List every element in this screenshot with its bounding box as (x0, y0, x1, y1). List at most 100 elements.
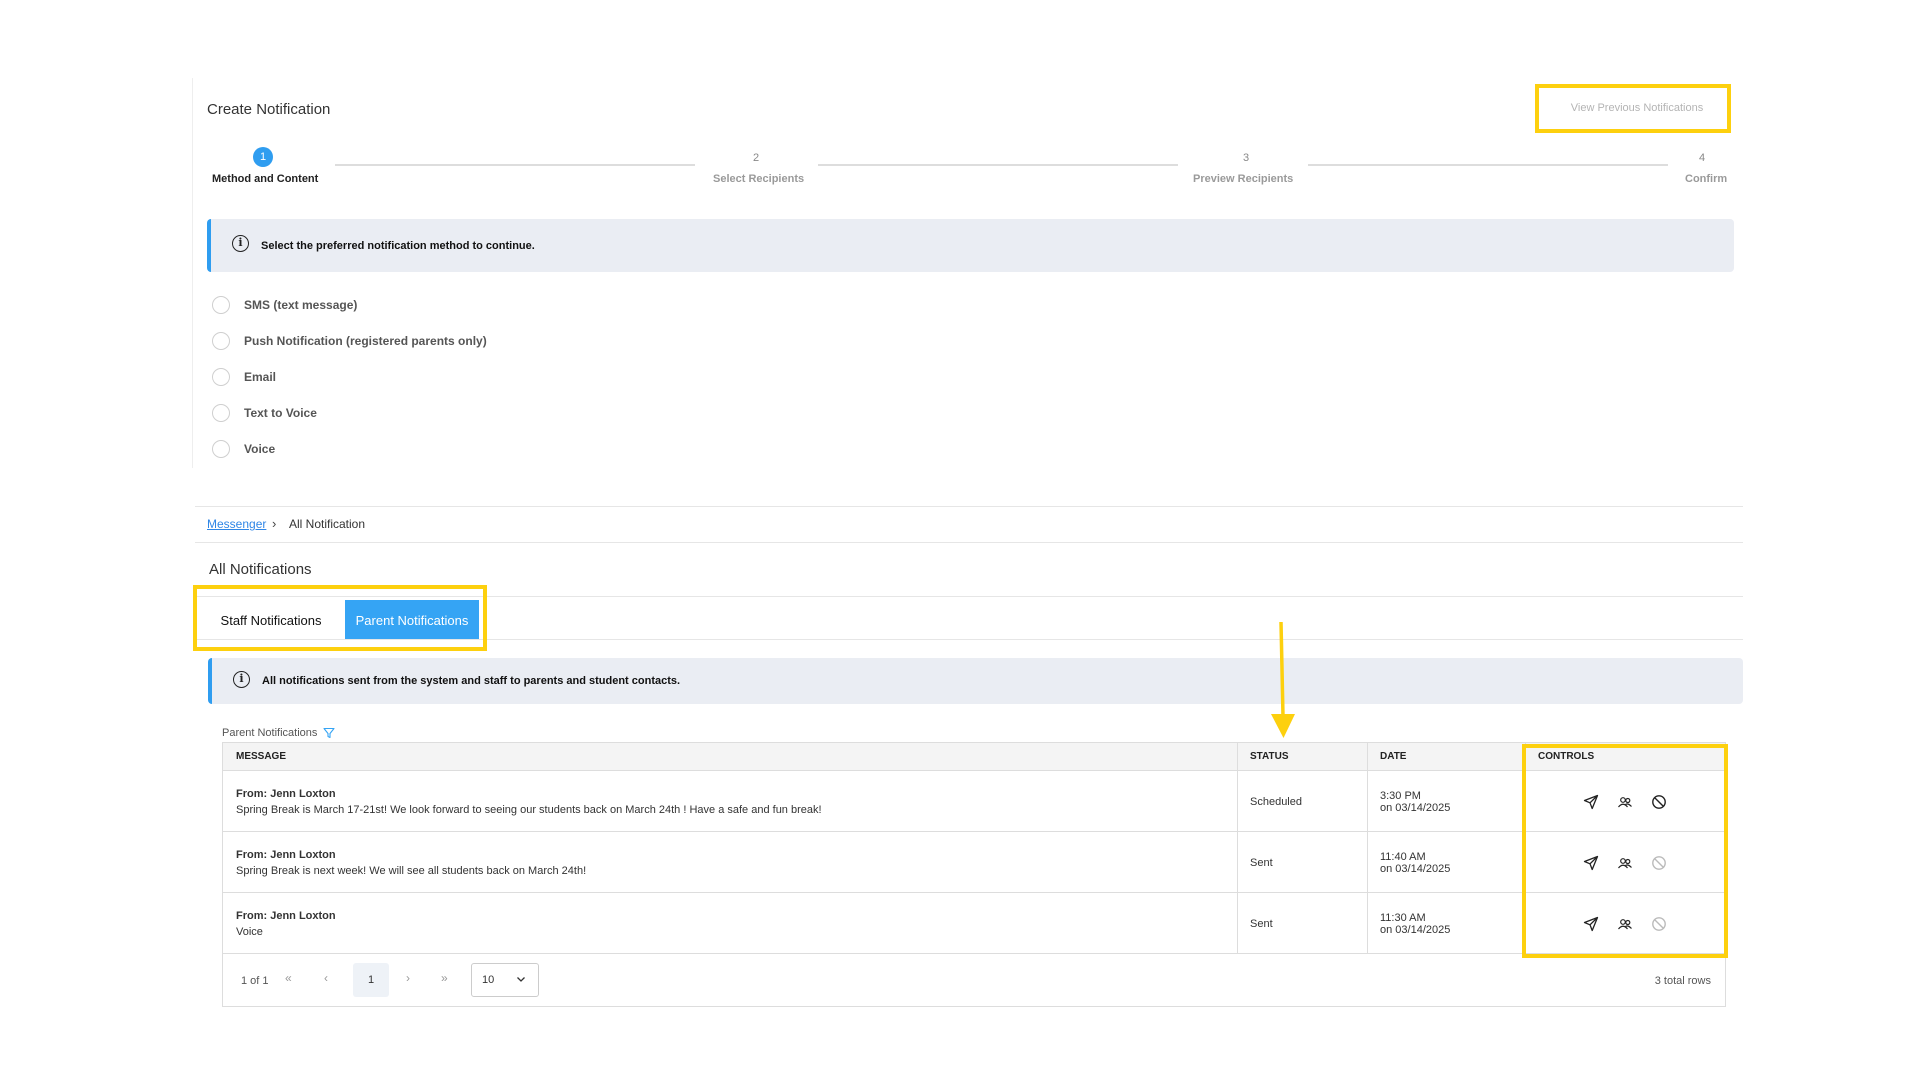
method-label: Push Notification (registered parents on… (244, 334, 487, 348)
chevron-down-icon (517, 977, 525, 982)
page-size-select[interactable]: 10 (471, 963, 539, 997)
step-connector (818, 164, 1178, 166)
tab-parent-notifications[interactable]: Parent Notifications (345, 600, 479, 640)
step-3-label[interactable]: Preview Recipients (1193, 173, 1293, 185)
info-icon: i (232, 235, 249, 252)
column-divider (1367, 743, 1368, 770)
method-radio-email[interactable] (212, 368, 230, 386)
column-header-controls: CONTROLS (1538, 751, 1595, 762)
view-previous-notifications-button[interactable]: View Previous Notifications (1542, 87, 1732, 129)
date-text: on 03/14/2025 (1380, 801, 1451, 814)
table-row[interactable]: From: Jenn Loxton Voice Sent 11:30 AM on… (223, 893, 1725, 954)
date-cell: 11:30 AM on 03/14/2025 (1367, 893, 1525, 954)
method-radio-push[interactable] (212, 332, 230, 350)
cancel-icon (1652, 916, 1666, 931)
page-size-value: 10 (482, 974, 495, 986)
date-text: on 03/14/2025 (1380, 862, 1451, 875)
message-text: Voice (236, 925, 263, 938)
method-option[interactable]: SMS (text message) (212, 295, 357, 315)
table-caption: Parent Notifications (222, 727, 335, 739)
cancel-icon (1652, 855, 1666, 870)
send-icon[interactable] (1583, 794, 1599, 810)
step-4-indicator[interactable]: 4 (1692, 152, 1712, 164)
create-notification-title: Create Notification (207, 101, 331, 118)
step-connector (1308, 164, 1668, 166)
divider (195, 639, 1743, 640)
date-text: on 03/14/2025 (1380, 923, 1451, 936)
column-divider (1237, 832, 1238, 892)
message-sender: From: Jenn Loxton (236, 787, 336, 800)
controls-cell (1525, 893, 1727, 954)
message-sender: From: Jenn Loxton (236, 848, 336, 861)
recipients-icon[interactable] (1617, 916, 1633, 932)
message-sender: From: Jenn Loxton (236, 909, 336, 922)
message-text: Spring Break is next week! We will see a… (236, 864, 587, 877)
time-text: 3:30 PM (1380, 789, 1421, 802)
filter-icon[interactable] (323, 727, 335, 739)
column-divider (1367, 893, 1368, 953)
recipients-icon[interactable] (1617, 855, 1633, 871)
status-cell: Sent (1250, 917, 1273, 930)
tab-staff-notifications[interactable]: Staff Notifications (201, 600, 341, 640)
info-icon: i (233, 671, 250, 688)
message-cell: From: Jenn Loxton Spring Break is March … (223, 771, 1237, 832)
method-option[interactable]: Text to Voice (212, 403, 317, 423)
status-cell: Sent (1250, 856, 1273, 869)
page-info: 1 of 1 (241, 975, 269, 987)
next-page-button[interactable]: › (406, 971, 410, 985)
step-1-label[interactable]: Method and Content (212, 173, 318, 185)
method-radio-voice[interactable] (212, 440, 230, 458)
method-label: Text to Voice (244, 406, 317, 420)
notifications-table: MESSAGE STATUS DATE CONTROLS From: Jenn … (222, 742, 1726, 1007)
step-1-indicator[interactable]: 1 (253, 147, 273, 167)
send-icon[interactable] (1583, 916, 1599, 932)
page-number-button[interactable]: 1 (353, 963, 389, 997)
column-divider (1367, 832, 1368, 892)
table-caption-label: Parent Notifications (222, 727, 318, 739)
notifications-info-text: All notifications sent from the system a… (262, 675, 681, 687)
controls-cell (1525, 832, 1727, 893)
divider (195, 596, 1743, 597)
column-divider (1367, 771, 1368, 831)
divider (195, 542, 1743, 543)
message-cell: From: Jenn Loxton Voice (223, 893, 1237, 954)
total-rows: 3 total rows (1654, 975, 1711, 987)
step-2-label[interactable]: Select Recipients (713, 173, 804, 185)
message-text: Spring Break is March 17-21st! We look f… (236, 803, 822, 816)
table-row[interactable]: From: Jenn Loxton Spring Break is March … (223, 771, 1725, 832)
cancel-icon[interactable] (1651, 794, 1667, 810)
step-2-indicator[interactable]: 2 (746, 152, 766, 164)
previous-page-button[interactable]: ‹ (324, 971, 328, 985)
last-page-button[interactable]: » (441, 971, 448, 985)
divider (195, 506, 1743, 507)
column-header-status[interactable]: STATUS (1237, 743, 1289, 771)
step-connector (335, 164, 695, 166)
send-icon[interactable] (1583, 855, 1599, 871)
method-info-banner: i Select the preferred notification meth… (207, 219, 1734, 272)
step-4-label[interactable]: Confirm (1685, 173, 1727, 185)
method-radio-sms[interactable] (212, 296, 230, 314)
column-header-message[interactable]: MESSAGE (223, 743, 286, 771)
recipients-icon[interactable] (1617, 794, 1633, 810)
method-label: Email (244, 370, 277, 384)
method-label: Voice (244, 442, 276, 456)
method-option[interactable]: Push Notification (registered parents on… (212, 331, 487, 351)
status-cell: Scheduled (1250, 795, 1302, 808)
column-divider (1237, 771, 1238, 831)
first-page-button[interactable]: « (285, 971, 292, 985)
method-label: SMS (text message) (244, 298, 358, 312)
method-option[interactable]: Voice (212, 439, 275, 459)
breadcrumb-chevron-icon: › (272, 516, 277, 531)
date-cell: 3:30 PM on 03/14/2025 (1367, 771, 1525, 832)
breadcrumb-current: All Notification (289, 517, 366, 531)
column-divider (1237, 893, 1238, 953)
step-3-indicator[interactable]: 3 (1236, 152, 1256, 164)
breadcrumb-messenger-link[interactable]: Messenger (207, 517, 266, 531)
method-radio-text-to-voice[interactable] (212, 404, 230, 422)
method-option[interactable]: Email (212, 367, 276, 387)
table-header: MESSAGE STATUS DATE CONTROLS (223, 743, 1725, 771)
table-row[interactable]: From: Jenn Loxton Spring Break is next w… (223, 832, 1725, 893)
message-cell: From: Jenn Loxton Spring Break is next w… (223, 832, 1237, 893)
column-header-date[interactable]: DATE (1367, 743, 1406, 771)
create-notification-panel: Create Notification (192, 78, 1732, 468)
